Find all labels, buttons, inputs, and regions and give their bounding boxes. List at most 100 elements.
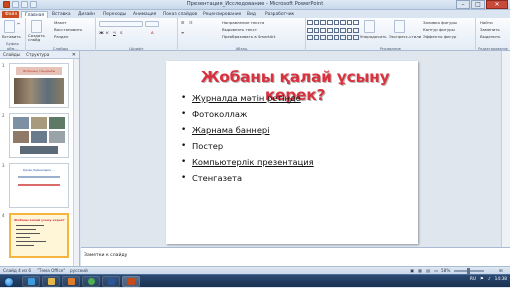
shape-effects-button[interactable]: Эффекты фигур xyxy=(423,34,456,39)
shape-item[interactable] xyxy=(333,20,340,25)
taskbar-word[interactable] xyxy=(102,276,120,287)
shape-item[interactable] xyxy=(307,20,313,25)
bullet-item[interactable]: Компьютерлік презентация xyxy=(181,154,314,170)
bullet-item[interactable]: Жарнама баннері xyxy=(181,122,314,138)
tab-outline[interactable]: Структура xyxy=(26,52,49,57)
language-indicator-tray[interactable]: RU xyxy=(470,277,476,282)
shape-item[interactable] xyxy=(353,20,359,25)
shape-item[interactable] xyxy=(333,27,340,33)
close-button[interactable]: ✕ xyxy=(486,0,508,9)
shape-item[interactable] xyxy=(307,35,313,41)
shape-item[interactable] xyxy=(320,20,326,25)
taskbar-chrome[interactable] xyxy=(82,276,100,287)
bullet-item[interactable]: Фотоколлаж xyxy=(181,106,314,122)
flag-icon[interactable]: ⚑ xyxy=(480,277,484,282)
shape-item[interactable] xyxy=(353,35,359,41)
quick-styles-button[interactable]: Экспресс-стили xyxy=(389,34,421,39)
bold-icon[interactable]: Ж xyxy=(99,30,104,35)
font-name-select[interactable] xyxy=(99,21,143,27)
shape-item[interactable] xyxy=(340,20,346,25)
start-button[interactable] xyxy=(2,275,16,288)
tab-slideshow[interactable]: Показ слайдов xyxy=(160,11,200,18)
tab-view[interactable]: Вид xyxy=(244,11,259,18)
shape-item[interactable] xyxy=(346,27,353,33)
tab-animations[interactable]: Анимация xyxy=(130,11,159,18)
slide-thumbnail-3[interactable]: 3 Қазақ бейнелерін ... xyxy=(0,161,80,211)
font-size-select[interactable] xyxy=(145,21,159,27)
shape-item[interactable] xyxy=(320,35,326,41)
tab-home[interactable]: Главная xyxy=(21,11,48,18)
align-text-button[interactable]: Выровнять текст xyxy=(222,27,257,32)
shapes-gallery[interactable] xyxy=(307,20,359,42)
tab-file[interactable]: Файл xyxy=(2,11,19,18)
taskbar-media[interactable] xyxy=(62,276,80,287)
new-slide-button[interactable]: Создать слайд xyxy=(28,34,50,42)
new-slide-icon[interactable] xyxy=(31,20,42,33)
reading-view-icon[interactable]: ▤ xyxy=(426,268,430,273)
replace-button[interactable]: Заменить xyxy=(480,27,500,32)
shape-item[interactable] xyxy=(326,27,333,33)
quick-styles-icon[interactable] xyxy=(394,20,405,33)
volume-icon[interactable]: ♪ xyxy=(488,277,491,282)
shape-item[interactable] xyxy=(320,27,326,33)
shape-item[interactable] xyxy=(313,27,320,33)
paste-button[interactable]: Вставить xyxy=(2,34,21,39)
numbering-icon[interactable]: ☷ xyxy=(189,20,193,25)
canvas-scrollbar[interactable] xyxy=(501,51,510,247)
slide-thumbnail-4[interactable]: 4 Жобаны қалай ұсыну керек? xyxy=(0,211,80,261)
italic-icon[interactable]: К xyxy=(106,30,109,35)
fit-slide-icon[interactable]: ⊞ xyxy=(499,268,503,273)
slide-thumb[interactable]: Қазақ бейнелерін ... xyxy=(9,163,69,208)
font-color-icon[interactable]: A xyxy=(151,30,154,35)
taskbar-powerpoint[interactable] xyxy=(122,276,140,287)
slides-panel-scrollbar[interactable] xyxy=(73,59,79,266)
bullet-item[interactable]: Постер xyxy=(181,138,314,154)
shape-item[interactable] xyxy=(313,20,320,25)
shape-item[interactable] xyxy=(346,20,353,25)
taskbar-explorer[interactable] xyxy=(42,276,60,287)
shape-item[interactable] xyxy=(326,20,333,25)
smartart-button[interactable]: Преобразовать в SmartArt xyxy=(222,34,275,39)
clock[interactable]: 14:38 xyxy=(495,277,507,282)
layout-button[interactable]: Макет xyxy=(54,20,67,25)
tab-developer[interactable]: Разработчик xyxy=(262,11,297,18)
taskbar-ie[interactable] xyxy=(22,276,40,287)
align-icon[interactable]: ≡ xyxy=(181,30,184,35)
slide-thumb-selected[interactable]: Жобаны қалай ұсыну керек? xyxy=(9,213,69,258)
tab-review[interactable]: Рецензирование xyxy=(200,11,244,18)
tab-slides[interactable]: Слайды xyxy=(3,52,20,57)
notes-pane[interactable]: Заметки к слайду xyxy=(81,247,510,266)
bullets-icon[interactable]: ☰ xyxy=(181,20,185,25)
zoom-level[interactable]: 58% xyxy=(441,268,450,273)
close-panel-icon[interactable]: ✕ xyxy=(72,52,76,58)
language-indicator[interactable]: русский xyxy=(70,268,88,273)
section-button[interactable]: Раздел xyxy=(54,34,68,39)
arrange-button[interactable]: Упорядочить xyxy=(360,34,387,39)
tab-design[interactable]: Дизайн xyxy=(75,11,98,18)
tab-transitions[interactable]: Переходы xyxy=(100,11,129,18)
shape-item[interactable] xyxy=(340,35,346,41)
notes-placeholder[interactable]: Заметки к слайду xyxy=(84,253,127,258)
underline-icon[interactable]: Ч xyxy=(113,30,116,35)
shape-fill-button[interactable]: Заливка фигуры xyxy=(423,20,457,25)
tab-insert[interactable]: Вставка xyxy=(49,11,74,18)
shape-outline-button[interactable]: Контур фигуры xyxy=(423,27,455,32)
shape-item[interactable] xyxy=(353,27,359,33)
arrange-icon[interactable] xyxy=(364,20,375,33)
bullet-item[interactable]: Стенгазета xyxy=(181,170,314,186)
shape-item[interactable] xyxy=(340,27,346,33)
cut-icon[interactable]: ✂ xyxy=(17,21,20,26)
bullet-list[interactable]: Журналда мәтін ретінде Фотоколлаж Жарнам… xyxy=(181,90,314,186)
shape-item[interactable] xyxy=(307,27,313,33)
paste-icon[interactable] xyxy=(4,20,15,33)
sorter-view-icon[interactable]: ▦ xyxy=(418,268,422,273)
slide-thumbnail-1[interactable]: 1 Жобаның тақырыбы xyxy=(0,61,80,111)
shape-item[interactable] xyxy=(326,35,333,41)
minimize-button[interactable]: – xyxy=(456,0,470,9)
strikethrough-icon[interactable]: S xyxy=(120,30,122,35)
reset-button[interactable]: Восстановить xyxy=(54,27,82,32)
shape-item[interactable] xyxy=(333,35,340,41)
slide-thumb[interactable]: Жобаның тақырыбы xyxy=(9,63,69,108)
shape-item[interactable] xyxy=(313,35,320,41)
slide-thumbnail-2[interactable]: 2 xyxy=(0,111,80,161)
